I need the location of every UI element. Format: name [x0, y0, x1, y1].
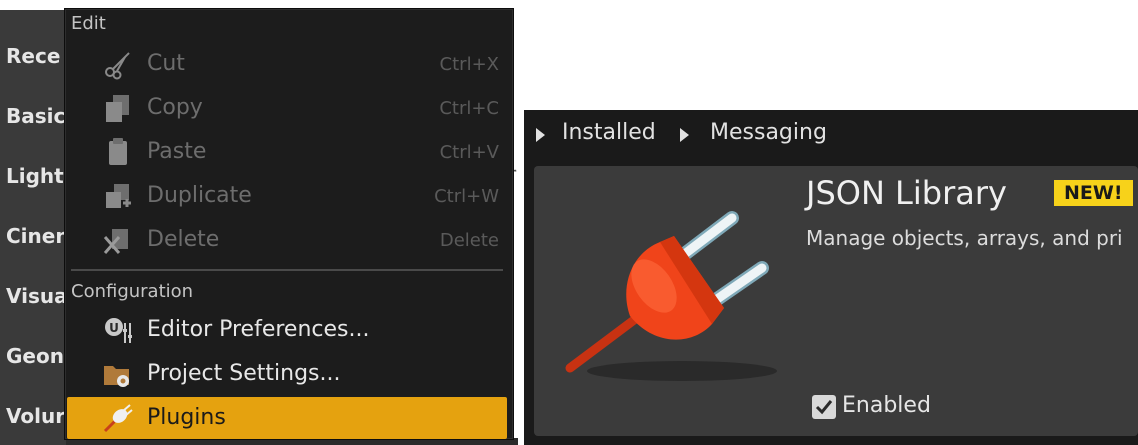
menu-item-plugins[interactable]: Plugins: [67, 397, 507, 439]
menu-item-shortcut: Delete: [439, 230, 499, 251]
scissors-icon: [105, 52, 130, 80]
delete-icon: [103, 229, 128, 254]
plug-icon: [565, 211, 777, 381]
editor-preferences-icon: U: [105, 318, 132, 343]
enabled-label: Enabled: [842, 393, 931, 418]
menu-item-label: Paste: [147, 139, 207, 164]
menu-item-shortcut: Ctrl+X: [439, 54, 499, 75]
category-item-cinematic[interactable]: Cinen: [6, 224, 70, 248]
plugin-description: Manage objects, arrays, and pri: [806, 226, 1123, 250]
category-item-visual[interactable]: Visua: [6, 284, 68, 308]
project-settings-icon: [104, 366, 129, 387]
breadcrumb-installed[interactable]: Installed: [562, 120, 656, 145]
menu-item-label: Delete: [147, 227, 220, 252]
screenshot-canvas: Rece Basic Light Cinen Visua Geon Volur …: [0, 0, 1138, 445]
category-item-volumes[interactable]: Volur: [6, 404, 65, 428]
menu-item-label: Plugins: [147, 405, 226, 430]
category-item-recent[interactable]: Rece: [6, 44, 60, 68]
editor-panel: Rece Basic Light Cinen Visua Geon Volur …: [0, 0, 518, 445]
menu-item-label: Editor Preferences...: [147, 317, 370, 342]
plug-icon: [103, 404, 133, 433]
plugin-card[interactable]: JSON Library NEW! Manage objects, arrays…: [534, 166, 1138, 436]
menu-item-cut[interactable]: Cut Ctrl+X: [67, 43, 507, 85]
clipboard-icon: [109, 138, 127, 165]
menu-item-label: Cut: [147, 51, 185, 76]
menu-item-duplicate[interactable]: Duplicate Ctrl+W: [67, 175, 507, 217]
section-header-configuration: Configuration: [71, 281, 194, 302]
copy-icon: [106, 95, 129, 122]
menu-item-delete[interactable]: Delete Delete: [67, 219, 507, 261]
breadcrumb-arrow-icon: [536, 128, 545, 142]
menu-item-project-settings[interactable]: Project Settings...: [67, 353, 507, 395]
breadcrumb-arrow-icon: [680, 128, 689, 142]
breadcrumb: Installed Messaging: [524, 110, 1138, 158]
menu-item-label: Copy: [147, 95, 203, 120]
duplicate-icon: [106, 184, 131, 208]
menu-item-shortcut: Ctrl+W: [434, 186, 499, 207]
enabled-checkbox[interactable]: [812, 395, 836, 419]
checkmark-icon: [815, 400, 833, 415]
menu-divider: [71, 269, 503, 271]
menu-item-label: Project Settings...: [147, 361, 341, 386]
section-header-edit: Edit: [71, 13, 106, 34]
breadcrumb-messaging[interactable]: Messaging: [710, 120, 827, 145]
plugins-browser: Installed Messaging JSON Library NEW! Ma…: [524, 110, 1138, 445]
menu-item-copy[interactable]: Copy Ctrl+C: [67, 87, 507, 129]
menu-item-shortcut: Ctrl+C: [439, 98, 499, 119]
menu-item-editor-preferences[interactable]: U Editor Preferences...: [67, 309, 507, 351]
svg-text:U: U: [109, 321, 119, 335]
category-item-lights[interactable]: Light: [6, 164, 64, 188]
new-badge: NEW!: [1054, 180, 1133, 206]
edit-menu: Edit Cut Ctrl+X Copy Ctrl+C Paste Ctrl+V…: [64, 8, 514, 440]
plugin-name: JSON Library: [806, 174, 1007, 212]
category-item-basic[interactable]: Basic: [6, 104, 65, 128]
menu-item-shortcut: Ctrl+V: [439, 142, 499, 163]
menu-item-paste[interactable]: Paste Ctrl+V: [67, 131, 507, 173]
category-item-geometry[interactable]: Geon: [6, 344, 64, 368]
menu-item-label: Duplicate: [147, 183, 252, 208]
place-actors-category-list: Rece Basic Light Cinen Visua Geon Volur: [0, 10, 70, 445]
